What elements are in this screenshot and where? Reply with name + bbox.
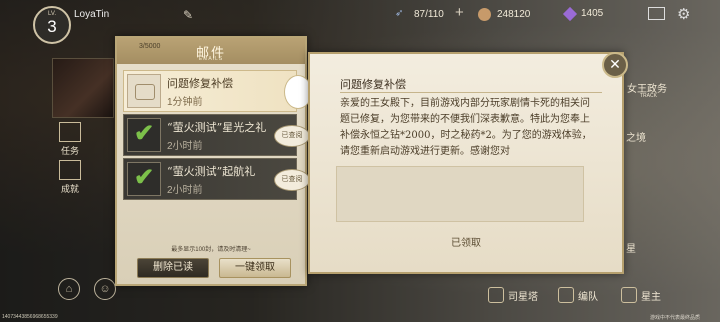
friends-icon[interactable]: ☺ xyxy=(94,278,116,300)
detail-divider xyxy=(340,92,602,93)
side-achievement[interactable]: 成就 xyxy=(55,160,85,195)
gem-value: 1405 xyxy=(581,8,604,19)
stamina-value: 87/110 xyxy=(414,9,444,20)
mail-item-title: 问题修复补偿 xyxy=(167,77,233,90)
mail-item[interactable]: ✔ “萤火测试”起航礼 2小时前 已查阅 xyxy=(123,158,310,200)
mail-item[interactable]: ✔ “萤火测试”星光之礼 2小时前 已查阅 xyxy=(123,114,310,156)
mail-detail-panel: 问题修复补偿 亲爱的王女殿下，目前游戏内部分玩家剧情卡死的相关问题已修复，为您带… xyxy=(308,52,624,274)
mail-item-time: 2小时前 xyxy=(167,185,203,196)
nav-sixing-tower-label: 司星塔 xyxy=(508,291,538,303)
mail-thumb: ✔ xyxy=(127,118,161,152)
gold-value: 248120 xyxy=(497,9,531,20)
top-bar: LV. 3 LoyaTin ✎ ➶ 87/110 + 248120 1405 ⚙ xyxy=(0,0,720,44)
nav-star-lord[interactable]: 星主 xyxy=(621,287,661,303)
side-achievement-label: 成就 xyxy=(60,184,79,194)
mail-panel: 3/5000 邮件 EMAILS 问题修复补偿 1分钟前 ✔ “萤火测试”星光之… xyxy=(115,36,312,286)
side-task[interactable]: 任务 xyxy=(55,122,85,157)
nav-sixing-tower[interactable]: 司星塔 xyxy=(488,287,538,303)
read-tag: 已查阅 xyxy=(274,125,310,147)
check-icon: ✔ xyxy=(134,164,155,191)
gear-icon[interactable]: ⚙ xyxy=(677,5,690,23)
gem-icon xyxy=(562,6,578,21)
mail-item-title: “萤火测试”星光之礼 xyxy=(167,121,267,134)
mail-item-title: “萤火测试”起航礼 xyxy=(167,165,256,178)
queen-affairs-sublabel: TRACK xyxy=(640,93,657,99)
task-icon xyxy=(59,122,81,142)
check-icon: ✔ xyxy=(134,120,155,147)
edit-icon[interactable]: ✎ xyxy=(183,8,197,22)
mail-item-selected[interactable]: 问题修复补偿 1分钟前 xyxy=(123,70,312,112)
mail-icon[interactable] xyxy=(648,7,665,20)
nav-formation[interactable]: 编队 xyxy=(558,287,598,303)
attachment-area xyxy=(336,166,584,222)
coin-icon xyxy=(478,8,491,21)
nav-formation-label: 编队 xyxy=(578,291,598,303)
stamina-resource: ➶ 87/110 xyxy=(395,8,444,21)
home-icon[interactable]: ⌂ xyxy=(58,278,80,300)
detail-title: 问题修复补偿 xyxy=(340,78,406,91)
claim-all-button[interactable]: 一键领取 xyxy=(219,258,291,278)
side-task-label: 任务 xyxy=(60,146,79,156)
mail-thumb xyxy=(127,74,161,108)
mail-item-time: 2小时前 xyxy=(167,141,203,152)
formation-icon xyxy=(558,287,574,303)
mail-subtitle: EMAILS xyxy=(198,56,224,62)
level-number: 3 xyxy=(47,17,57,36)
crown-icon xyxy=(621,287,637,303)
mail-item-time: 1分钟前 xyxy=(167,97,203,108)
quality-notice: 游戏中不代表最终品质 xyxy=(650,315,701,321)
player-name: LoyaTin xyxy=(74,9,110,20)
user-id: 14073443856968655339 xyxy=(2,314,58,320)
level-badge[interactable]: LV. 3 xyxy=(33,6,71,44)
mail-thumb: ✔ xyxy=(127,162,161,196)
tower-icon xyxy=(488,287,504,303)
close-icon[interactable]: ✕ xyxy=(602,52,628,78)
claimed-status: 已领取 xyxy=(451,238,481,249)
add-stamina-button[interactable]: + xyxy=(455,4,464,21)
detail-body: 亲爱的王女殿下，目前游戏内部分玩家剧情卡死的相关问题已修复，为您带来的不便我们深… xyxy=(340,98,592,157)
mail-limit-tip: 最多显示100封，请及时清理~ xyxy=(171,247,251,253)
nav-star-lord-label: 星主 xyxy=(641,291,661,303)
feather-icon: ➶ xyxy=(395,8,404,19)
star-label[interactable]: 星 xyxy=(626,240,636,255)
trophy-icon xyxy=(59,160,81,180)
envelope-icon xyxy=(135,84,155,100)
read-tag: 已查阅 xyxy=(274,169,310,191)
delete-read-button[interactable]: 删除已读 xyxy=(137,258,209,278)
realm-label[interactable]: 之境 xyxy=(626,129,646,144)
mail-header: 3/5000 邮件 EMAILS xyxy=(117,38,305,64)
gold-resource: 248120 xyxy=(478,8,530,21)
gem-resource: 1405 xyxy=(562,6,604,21)
